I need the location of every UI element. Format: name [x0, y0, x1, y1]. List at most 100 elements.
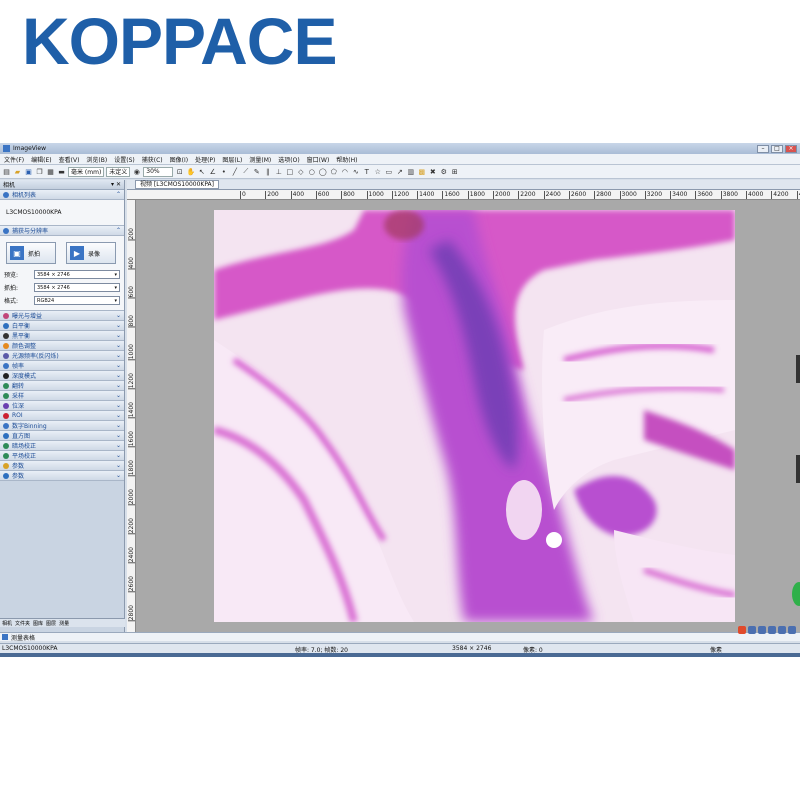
curve-icon[interactable]: ∿ [351, 167, 360, 176]
expand-icon[interactable]: ⌄ [116, 332, 121, 339]
menu-item[interactable]: 窗口(W) [307, 155, 330, 164]
zoom-select[interactable]: 30% [143, 166, 174, 177]
sidebar-section[interactable]: 采样 ⌄ [0, 391, 124, 401]
keyboard-icon[interactable] [778, 626, 786, 634]
minimize-button[interactable]: – [757, 144, 769, 153]
sidebar-bottom-tab[interactable]: 图库 [33, 620, 43, 627]
menu-item[interactable]: 选项(O) [278, 155, 299, 164]
close-button[interactable]: × [785, 144, 797, 153]
snap-button[interactable]: ▣ 抓拍 [6, 242, 56, 264]
expand-icon[interactable]: ⌄ [116, 412, 121, 419]
perpendicular-icon[interactable]: ⊥ [274, 167, 283, 176]
right-edge-handle[interactable] [796, 455, 800, 483]
grid-icon[interactable] [788, 626, 796, 634]
zoom-fit-icon[interactable]: ⊡ [175, 167, 184, 176]
sidebar-section[interactable]: 参数 ⌄ [0, 471, 124, 481]
ellipse-icon[interactable]: ◯ [318, 167, 327, 176]
menu-item[interactable]: 图层(L) [222, 155, 242, 164]
expand-icon[interactable]: ⌄ [116, 442, 121, 449]
menu-item[interactable]: 测量(M) [249, 155, 271, 164]
expand-icon[interactable]: ⌄ [116, 372, 121, 379]
sidebar-bottom-tab[interactable]: 测量 [59, 620, 69, 627]
camera-list-header[interactable]: 相机列表 ⌃ [0, 190, 124, 200]
right-edge-handle[interactable] [796, 355, 800, 383]
arrow-icon[interactable]: ↗ [395, 167, 404, 176]
dot-icon[interactable]: • [219, 167, 228, 176]
polyline-icon[interactable]: ⟋ [241, 167, 250, 176]
expand-icon[interactable]: ⌄ [116, 472, 121, 479]
menu-item[interactable]: 编辑(E) [31, 155, 51, 164]
menu-item[interactable]: 浏览(B) [86, 155, 107, 164]
sidebar-section[interactable]: 翻转 ⌄ [0, 381, 124, 391]
open-icon[interactable]: ▤ [2, 167, 11, 176]
expand-icon[interactable]: ⌄ [116, 422, 121, 429]
menu-item[interactable]: 文件(F) [4, 155, 24, 164]
expand-icon[interactable]: ⌄ [116, 362, 121, 369]
capture-header[interactable]: 捕获与分辨率 ⌃ [0, 226, 124, 236]
menu-item[interactable]: 捕获(C) [142, 155, 163, 164]
menu-item[interactable]: 查看(V) [59, 155, 80, 164]
floating-button[interactable] [792, 582, 800, 606]
microscope-image[interactable] [214, 210, 735, 622]
parallel-icon[interactable]: ∥ [263, 167, 272, 176]
maximize-button[interactable]: □ [771, 144, 783, 153]
circle-icon[interactable]: ○ [307, 167, 316, 176]
expand-icon[interactable]: ⌄ [116, 402, 121, 409]
expand-icon[interactable]: ⌄ [116, 382, 121, 389]
expand-icon[interactable]: ⌄ [116, 392, 121, 399]
expand-icon[interactable]: ⌄ [116, 312, 121, 319]
sidebar-section[interactable]: 颜色调整 ⌄ [0, 341, 124, 351]
save-icon[interactable]: ▣ [24, 167, 33, 176]
tray-icon[interactable] [748, 626, 756, 634]
scale-bar-icon[interactable]: ▭ [384, 167, 393, 176]
expand-icon[interactable]: ⌄ [116, 452, 121, 459]
preview-resolution-select[interactable]: 3584 × 2746 ▾ [34, 270, 120, 279]
sidebar-section[interactable]: 深度模式 ⌄ [0, 371, 124, 381]
layer-icon[interactable]: ▥ [406, 167, 415, 176]
measure-tab[interactable]: 测量表格 [11, 633, 35, 642]
camera-icon[interactable]: ◉ [132, 167, 141, 176]
mic-icon[interactable] [768, 626, 776, 634]
sidebar-section[interactable]: 黑平衡 ⌄ [0, 331, 124, 341]
sidebar-bottom-tab[interactable]: 图层 [46, 620, 56, 627]
sidebar-section[interactable]: 数字Binning ⌄ [0, 421, 124, 431]
unit-select[interactable]: 毫米 (mm) [68, 166, 105, 177]
sidebar-section[interactable]: 直方图 ⌄ [0, 431, 124, 441]
expand-icon[interactable]: ⌄ [116, 342, 121, 349]
sidebar-section[interactable]: 平场校正 ⌄ [0, 451, 124, 461]
paste-icon[interactable]: ▦ [46, 167, 55, 176]
line-icon[interactable]: ╱ [230, 167, 239, 176]
menu-item[interactable]: 处理(P) [195, 155, 215, 164]
sidebar-section[interactable]: 暗场校正 ⌄ [0, 441, 124, 451]
pointer-icon[interactable]: ↖ [197, 167, 206, 176]
polygon-icon[interactable]: ⬠ [329, 167, 338, 176]
expand-icon[interactable]: ⌄ [116, 462, 121, 469]
settings-icon[interactable]: ⚙ [439, 167, 448, 176]
pencil-icon[interactable]: ✎ [252, 167, 261, 176]
arc-icon[interactable]: ◠ [340, 167, 349, 176]
menu-item[interactable]: 帮助(H) [336, 155, 357, 164]
hand-icon[interactable]: ✋ [186, 167, 195, 176]
diamond-icon[interactable]: ◇ [296, 167, 305, 176]
record-button[interactable]: ▶ 录像 [66, 242, 116, 264]
sidebar-section[interactable]: 帧率 ⌄ [0, 361, 124, 371]
expand-icon[interactable]: ⌄ [116, 432, 121, 439]
sidebar-section[interactable]: 位深 ⌄ [0, 401, 124, 411]
sidebar-section[interactable]: 参数 ⌄ [0, 461, 124, 471]
text-icon[interactable]: T [362, 167, 371, 176]
snap-resolution-select[interactable]: 3584 × 2746 ▾ [34, 283, 120, 292]
sidebar-bottom-tab[interactable]: 相机 [2, 620, 12, 627]
tray-icon[interactable] [758, 626, 766, 634]
copy-icon[interactable]: ❐ [35, 167, 44, 176]
camera-item[interactable]: L3CMOS10000KPA [6, 209, 61, 216]
collapse-icon[interactable]: ⌃ [116, 227, 121, 234]
menu-item[interactable]: 设置(S) [114, 155, 135, 164]
sidebar-section[interactable]: 光源频率(反闪烁) ⌄ [0, 351, 124, 361]
ime-icon[interactable] [738, 626, 746, 634]
sidebar-section[interactable]: ROI ⌄ [0, 411, 124, 421]
format-select[interactable]: RGB24 ▾ [34, 296, 120, 305]
folder-icon[interactable]: ▰ [13, 167, 22, 176]
expand-icon[interactable]: ⌄ [116, 352, 121, 359]
snapshot-icon[interactable]: ▩ [417, 167, 426, 176]
sidebar-section[interactable]: 白平衡 ⌄ [0, 321, 124, 331]
